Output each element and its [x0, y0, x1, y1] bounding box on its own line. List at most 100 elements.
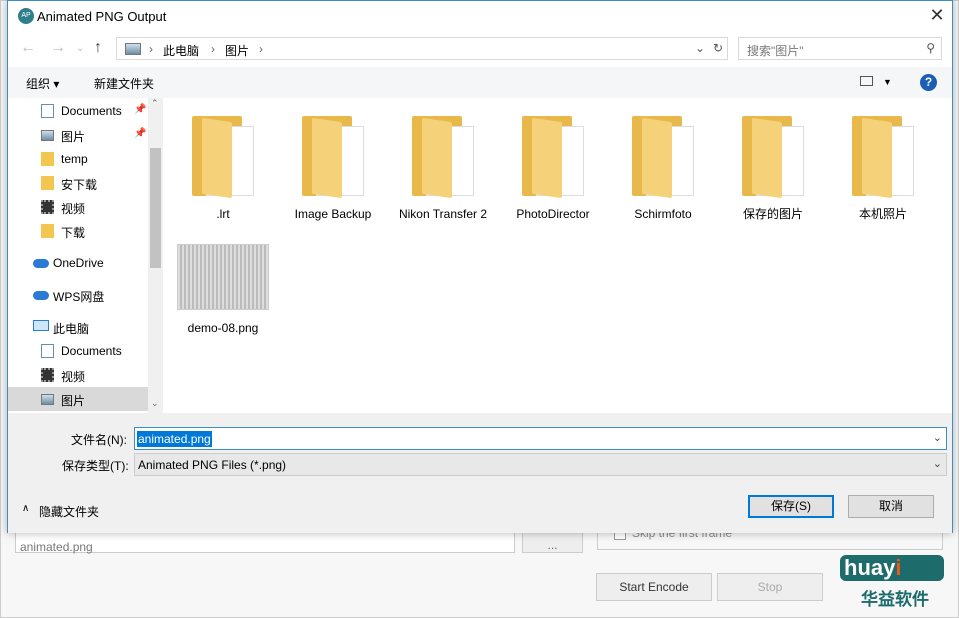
scrollbar-thumb[interactable] — [150, 148, 161, 268]
sidebar-item-label: 视频 — [61, 202, 86, 216]
pictures-icon — [41, 394, 54, 405]
folder-item[interactable]: Schirmfoto — [613, 116, 713, 222]
sidebar-item-label: Documents — [61, 344, 122, 358]
sidebar-item[interactable]: 视频 — [8, 363, 148, 387]
address-bar[interactable]: › 此电脑 › 图片 › ⌄ ↻ — [116, 37, 728, 60]
chevron-down-icon[interactable]: ⌄ — [695, 41, 705, 55]
item-name: Image Backup — [294, 207, 372, 221]
organize-button[interactable]: 组织 ▾ — [26, 75, 59, 92]
item-name: 本机照片 — [858, 207, 907, 221]
sidebar-item[interactable]: 此电脑 — [8, 315, 148, 339]
new-folder-button[interactable]: 新建文件夹 — [94, 75, 154, 92]
cancel-button[interactable]: 取消 — [848, 495, 934, 518]
up-arrow-icon[interactable]: ↑ — [94, 39, 102, 57]
sidebar-item-label: 图片 — [61, 394, 86, 408]
save-button[interactable]: 保存(S) — [748, 495, 834, 518]
folder-item[interactable]: .lrt — [173, 116, 273, 222]
start-encode-button[interactable]: Start Encode — [596, 573, 712, 601]
filename-value: animated.png — [137, 431, 212, 447]
filename-label: 文件名(N): — [71, 433, 127, 447]
navigation-pane: Documents 📌 图片 📌 temp 安下载 视频 下载 OneDrive WPS网盘 此电脑… — [8, 98, 163, 413]
folder-item[interactable]: Nikon Transfer 2 — [393, 116, 493, 222]
title-bar: AP Animated PNG Output ✕ — [8, 1, 952, 33]
item-name: Schirmfoto — [634, 207, 692, 221]
watermark-logo: huayi 华益软件 — [840, 555, 950, 615]
filetype-select[interactable]: Animated PNG Files (*.png) ⌄ — [134, 453, 947, 476]
breadcrumb-sep: › — [259, 42, 263, 56]
sidebar-item[interactable]: 图片 — [8, 387, 148, 411]
save-dialog: AP Animated PNG Output ✕ ← → ⌄ ↑ › 此电脑 ›… — [7, 0, 953, 533]
sidebar-item[interactable]: 下载 — [8, 219, 148, 243]
filename-input[interactable]: animated.png ⌄ — [134, 427, 947, 450]
item-name: demo-08.png — [187, 321, 259, 335]
sidebar-item-label: OneDrive — [53, 256, 104, 270]
chevron-down-icon[interactable]: ⌄ — [933, 431, 942, 444]
help-icon[interactable]: ? — [920, 74, 937, 91]
folder-item[interactable]: PhotoDirector — [503, 116, 603, 222]
pin-icon: 📌 — [134, 128, 147, 139]
file-item[interactable]: demo-08.png — [173, 244, 273, 336]
breadcrumb-pictures[interactable]: 图片 — [225, 42, 249, 59]
output-file-field[interactable]: animated.png — [15, 531, 515, 554]
video-icon — [41, 200, 54, 214]
sidebar-item[interactable]: 视频 — [8, 195, 148, 219]
chevron-down-icon: ⌄ — [932, 458, 942, 470]
recent-chevron-icon[interactable]: ⌄ — [76, 43, 84, 54]
pictures-icon — [41, 130, 54, 141]
sidebar-item-label: 安下载 — [61, 178, 98, 192]
sidebar-item[interactable]: WPS网盘 — [8, 283, 148, 307]
folder-item[interactable]: 本机照片 — [833, 116, 933, 222]
sidebar-item[interactable]: Documents 📌 — [8, 99, 148, 123]
folder-icon — [632, 116, 694, 199]
sidebar-item[interactable]: Documents — [8, 339, 148, 363]
hide-folders-toggle[interactable]: 隐藏文件夹 — [39, 503, 99, 520]
folder-icon — [302, 116, 364, 199]
refresh-icon[interactable]: ↻ — [713, 41, 723, 55]
stop-button[interactable]: Stop — [717, 573, 823, 601]
forward-arrow-icon[interactable]: → — [50, 39, 66, 57]
filetype-value: Animated PNG Files (*.png) — [138, 458, 287, 472]
chevron-down-icon[interactable]: ▼ — [883, 77, 892, 87]
view-icon[interactable] — [860, 76, 873, 86]
app-icon: AP — [18, 8, 34, 24]
item-name: PhotoDirector — [516, 207, 590, 221]
sidebar-item[interactable]: 安下载 — [8, 171, 148, 195]
dialog-footer: 文件名(N): animated.png ⌄ 保存类型(T): Animated … — [8, 413, 952, 533]
sidebar-item-label: WPS网盘 — [53, 290, 105, 304]
scroll-down-icon[interactable]: ⌄ — [151, 398, 159, 409]
pin-icon: 📌 — [134, 104, 147, 115]
item-name: Nikon Transfer 2 — [398, 207, 488, 221]
sidebar-item-label: 此电脑 — [53, 322, 90, 336]
sidebar-item-label: Documents — [61, 104, 122, 118]
folder-item[interactable]: 保存的图片 — [723, 116, 823, 222]
search-input[interactable]: 搜索"图片" ⚲ — [738, 37, 942, 60]
scroll-up-icon[interactable]: ⌃ — [151, 98, 159, 109]
sidebar-item[interactable]: temp — [8, 147, 148, 171]
toolbar: 组织 ▾ 新建文件夹 ▼ ? — [8, 67, 952, 98]
pictures-icon — [125, 43, 141, 55]
sidebar-item-label: 下载 — [61, 226, 86, 240]
sidebar-item[interactable]: 图片 📌 — [8, 123, 148, 147]
item-name: .lrt — [216, 207, 230, 221]
search-placeholder: 搜索"图片" — [747, 44, 804, 58]
cloud-icon — [33, 259, 49, 268]
folder-icon — [41, 152, 54, 166]
filetype-label: 保存类型(T): — [62, 459, 129, 473]
back-arrow-icon[interactable]: ← — [20, 39, 36, 57]
sidebar-scrollbar[interactable]: ⌃ ⌄ — [148, 98, 163, 413]
sidebar-item[interactable]: OneDrive — [8, 251, 148, 275]
folder-icon — [742, 116, 804, 199]
chevron-up-icon[interactable]: ∧ — [22, 503, 29, 514]
folder-icon — [41, 176, 54, 190]
close-icon[interactable]: ✕ — [926, 5, 948, 27]
folder-item[interactable]: Image Backup — [283, 116, 383, 222]
item-name: 保存的图片 — [742, 207, 803, 221]
dialog-title: Animated PNG Output — [37, 9, 167, 24]
document-icon — [41, 104, 54, 118]
browse-button[interactable]: ... — [522, 531, 583, 553]
folder-icon — [522, 116, 584, 199]
folder-icon — [192, 116, 254, 199]
breadcrumb-this-pc[interactable]: 此电脑 — [163, 42, 199, 59]
breadcrumb-sep: › — [211, 42, 215, 56]
search-icon: ⚲ — [926, 41, 935, 55]
